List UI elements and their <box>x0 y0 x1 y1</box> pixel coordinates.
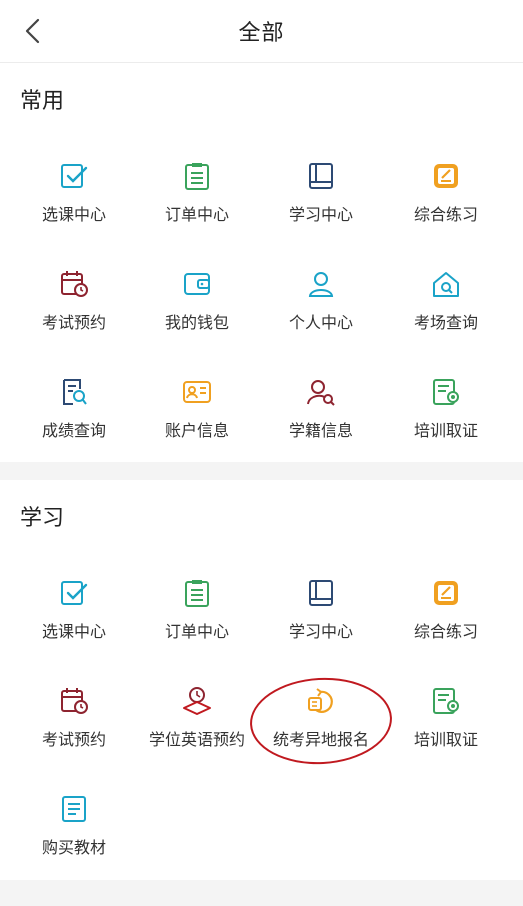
menu-item-wallet[interactable]: 我的钱包 <box>132 269 262 359</box>
menu-item-exam-booking[interactable]: 考试预约 <box>9 269 139 359</box>
clipboard-icon <box>185 163 209 190</box>
menu-item-order-center[interactable]: 订单中心 <box>132 578 262 668</box>
menu-item-exam-booking[interactable]: 考试预约 <box>9 686 139 776</box>
menu-item-student-record[interactable]: 学籍信息 <box>256 377 386 467</box>
menu-item-practice[interactable]: 综合练习 <box>381 161 511 251</box>
menu-item-exam-site-query[interactable]: 考场查询 <box>381 269 511 359</box>
calendar-clock-icon <box>61 271 88 297</box>
textbook-icon <box>62 796 86 822</box>
menu-item-degree-english-booking[interactable]: 学位英语预约 <box>132 686 262 776</box>
menu-item-training-cert[interactable]: 培训取证 <box>381 686 511 776</box>
document-search-icon <box>63 379 87 405</box>
app-header: 全部 <box>0 0 523 63</box>
menu-item-order-center[interactable]: 订单中心 <box>132 161 262 251</box>
clock-book-icon <box>183 687 211 715</box>
certificate-icon <box>433 379 459 405</box>
pencil-note-icon <box>434 581 458 605</box>
menu-item-course-center[interactable]: 选课中心 <box>9 578 139 668</box>
home-search-icon <box>433 272 459 297</box>
checkbox-icon <box>61 581 88 605</box>
section-common: 常用 选课中心 订单中心 学习中心 综合练习 考试预约 我的钱包 个人中心 考场… <box>0 63 523 462</box>
user-icon <box>308 272 334 297</box>
page-title: 全部 <box>238 21 285 46</box>
section-title-study: 学习 <box>20 506 65 531</box>
menu-item-practice[interactable]: 综合练习 <box>381 578 511 668</box>
section-study: 学习 选课中心 订单中心 学习中心 综合练习 考试预约 学位英语预约 统考异地报… <box>0 480 523 880</box>
certificate-icon <box>433 688 459 714</box>
user-search-icon <box>307 380 335 406</box>
menu-item-personal-center[interactable]: 个人中心 <box>256 269 386 359</box>
checkbox-icon <box>61 164 88 188</box>
menu-item-training-cert[interactable]: 培训取证 <box>381 377 511 467</box>
section-title-common: 常用 <box>20 89 65 114</box>
menu-item-account-info[interactable]: 账户信息 <box>132 377 262 467</box>
menu-item-buy-textbooks[interactable]: 购买教材 <box>9 794 139 884</box>
menu-item-score-query[interactable]: 成绩查询 <box>9 377 139 467</box>
wallet-icon <box>184 273 210 295</box>
pencil-note-icon <box>434 164 458 188</box>
menu-item-course-center[interactable]: 选课中心 <box>9 161 139 251</box>
calendar-clock-icon <box>61 688 88 714</box>
book-icon <box>309 580 333 606</box>
id-card-icon <box>183 381 211 403</box>
menu-item-study-center[interactable]: 学习中心 <box>256 161 386 251</box>
menu-item-study-center[interactable]: 学习中心 <box>256 578 386 668</box>
clipboard-icon <box>185 580 209 607</box>
book-icon <box>309 163 333 189</box>
